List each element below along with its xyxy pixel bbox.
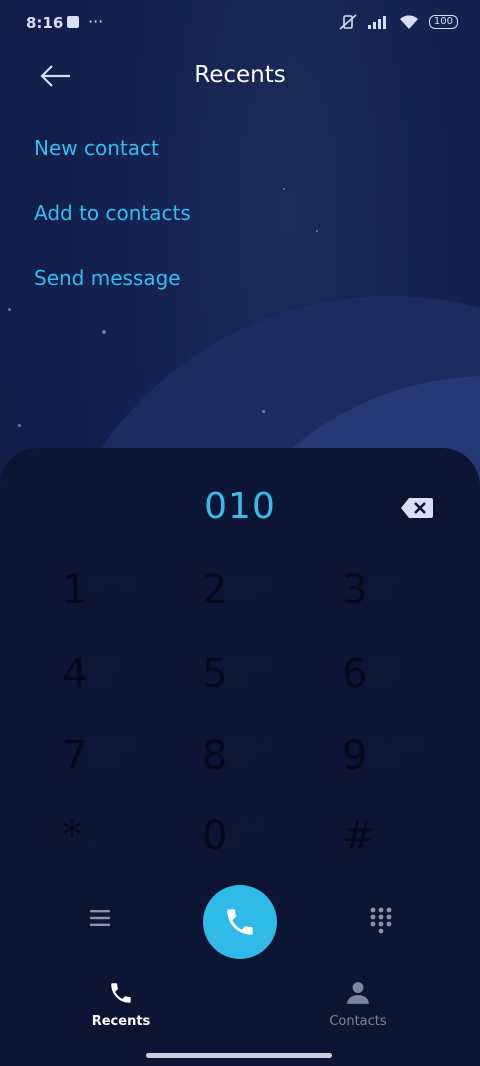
backspace-button[interactable] xyxy=(400,496,434,520)
status-bar: 8:16 ··· 100 xyxy=(0,0,480,48)
key-3[interactable]: 3 ㄍㄎㄏ DEF xyxy=(342,566,462,626)
key-letters: ㄐㄑㄒ xyxy=(88,658,121,671)
key-7[interactable]: 7 ㄚㄛㄜㄝ PQRS xyxy=(62,732,182,792)
phone-screen: 8:16 ··· 100 Recents New contact Add to … xyxy=(0,0,480,1066)
key-letters: ㄗㄘㄙ xyxy=(368,658,401,671)
key-digit: # xyxy=(342,813,376,859)
menu-button[interactable] xyxy=(88,906,112,930)
key-2[interactable]: 2 ㄉㄊㄋㄌ ABC xyxy=(202,566,322,626)
key-4[interactable]: 4 ㄐㄑㄒ GHI xyxy=(62,650,182,710)
notification-icon xyxy=(67,16,79,28)
key-star[interactable]: * , xyxy=(62,812,182,872)
star xyxy=(262,410,265,413)
star xyxy=(316,230,318,232)
key-digit: 9 xyxy=(342,733,368,779)
key-letters-latin: + xyxy=(228,834,238,847)
tab-contacts[interactable]: Contacts xyxy=(298,980,418,1029)
key-letters-latin: TUV xyxy=(228,754,251,767)
key-digit: * xyxy=(62,813,82,859)
add-to-contacts-option[interactable]: Add to contacts xyxy=(34,201,191,225)
status-time: 8:16 xyxy=(26,14,64,32)
dialpad-icon xyxy=(370,907,392,934)
key-hash[interactable]: # xyxy=(342,812,462,872)
home-indicator[interactable] xyxy=(146,1053,332,1058)
key-letters-latin: WXYZ xyxy=(368,754,401,767)
phone-tab-icon xyxy=(111,983,131,1003)
star xyxy=(18,424,21,427)
key-letters-latin: ABC xyxy=(228,588,251,601)
key-letters: ㄢㄣㄤㄥㄦ xyxy=(368,740,423,753)
key-6[interactable]: 6 ㄗㄘㄙ MNO xyxy=(342,650,462,710)
key-letters-latin: JKL xyxy=(228,672,245,685)
tab-label: Contacts xyxy=(329,1014,387,1029)
key-letters: ㄞㄟㄠㄡ xyxy=(228,740,272,753)
key-letters-latin: MNO xyxy=(368,672,395,685)
more-notifications-icon: ··· xyxy=(88,12,104,31)
key-letters-latin: PQRS xyxy=(88,754,118,767)
wifi-icon xyxy=(399,15,418,29)
key-letters: ㄉㄊㄋㄌ xyxy=(228,574,272,587)
new-contact-option[interactable]: New contact xyxy=(34,136,159,160)
key-letters-latin: , xyxy=(88,834,92,847)
key-5[interactable]: 5 ㄓㄔㄕㄖ JKL xyxy=(202,650,322,710)
key-digit: 7 xyxy=(62,733,88,779)
page-title: Recents xyxy=(194,62,286,88)
tab-recents[interactable]: Recents xyxy=(61,980,181,1029)
key-8[interactable]: 8 ㄞㄟㄠㄡ TUV xyxy=(202,732,322,792)
key-letters: ㄅㄆㄇㄈ xyxy=(88,574,132,587)
key-letters: 一ㄨㄩ xyxy=(228,820,261,833)
star xyxy=(8,308,11,311)
key-digit: 6 xyxy=(342,651,368,697)
battery-icon: 100 xyxy=(428,15,458,29)
key-digit: 3 xyxy=(342,567,368,613)
key-digit: 1 xyxy=(62,567,88,613)
key-digit: 2 xyxy=(202,567,228,613)
key-digit: 4 xyxy=(62,651,88,697)
star xyxy=(102,330,106,334)
send-message-option[interactable]: Send message xyxy=(34,266,181,290)
vibrate-off-icon xyxy=(339,14,357,30)
phone-icon xyxy=(227,909,253,935)
key-0[interactable]: 0 一ㄨㄩ + xyxy=(202,812,322,872)
key-letters-latin: GHI xyxy=(88,672,109,685)
key-9[interactable]: 9 ㄢㄣㄤㄥㄦ WXYZ xyxy=(342,732,462,792)
keypad-toggle-button[interactable] xyxy=(369,906,393,934)
person-icon xyxy=(347,982,369,1004)
backspace-icon xyxy=(401,498,433,518)
key-letters: ㄚㄛㄜㄝ xyxy=(88,740,132,753)
call-button[interactable] xyxy=(203,885,277,959)
key-1[interactable]: 1 ㄅㄆㄇㄈ xyxy=(62,566,182,626)
key-letters: ㄍㄎㄏ xyxy=(368,574,401,587)
tab-label: Recents xyxy=(91,1014,151,1029)
star xyxy=(283,188,285,190)
key-digit: 8 xyxy=(202,733,228,779)
key-digit: 0 xyxy=(202,813,228,859)
signal-icon xyxy=(367,16,386,29)
key-letters-latin: DEF xyxy=(368,588,390,601)
key-digit: 5 xyxy=(202,651,228,697)
hamburger-icon xyxy=(90,910,110,926)
status-icons: 100 xyxy=(339,14,458,30)
key-letters: ㄓㄔㄕㄖ xyxy=(228,658,272,671)
